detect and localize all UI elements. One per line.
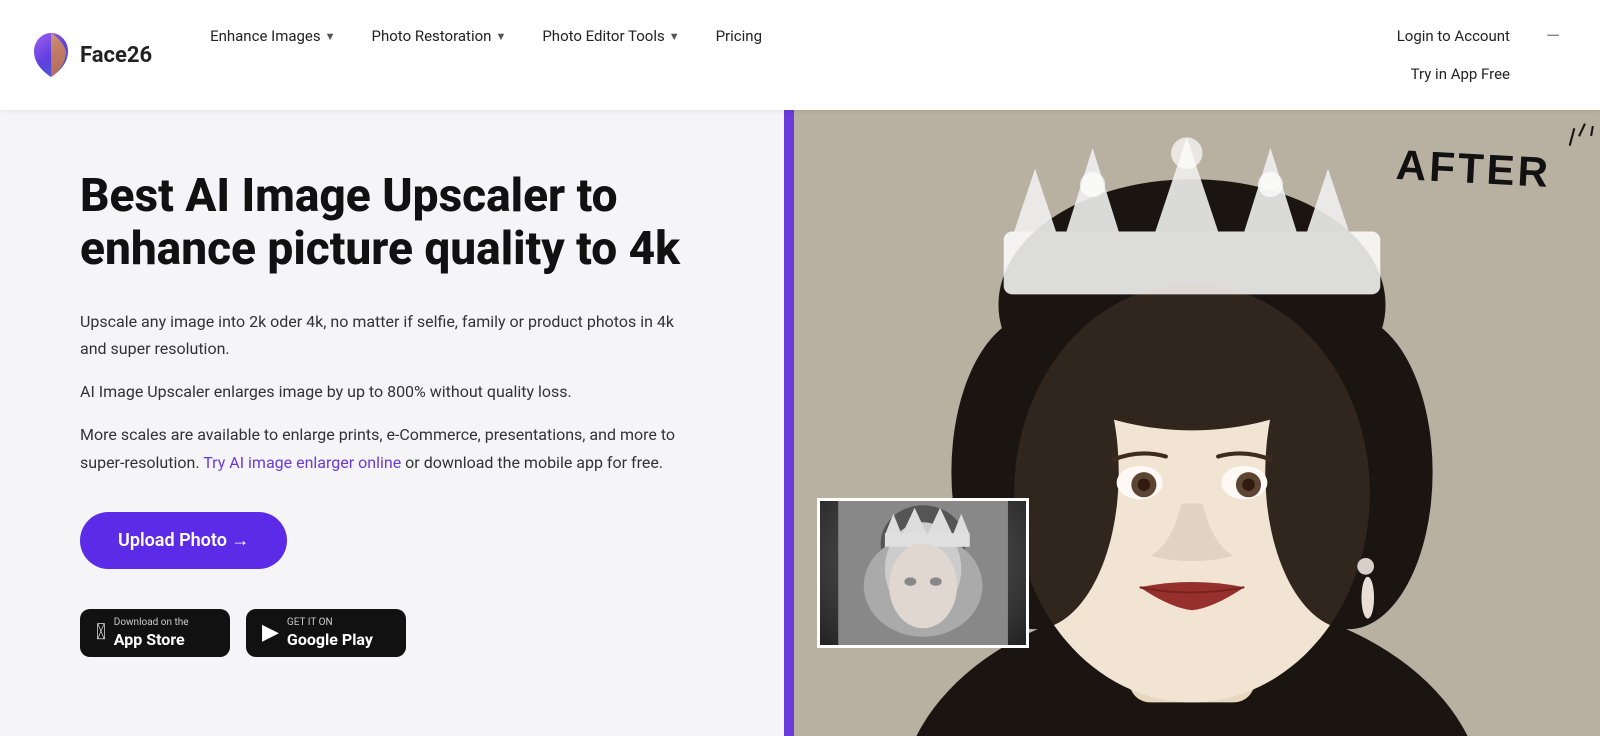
logo-text: Face26 bbox=[80, 43, 152, 68]
google-badge-main: Google Play bbox=[287, 630, 373, 649]
hero-right-panel: AFTER bbox=[784, 110, 1600, 736]
after-label-area: AFTER bbox=[1396, 148, 1551, 190]
purple-left-bar bbox=[784, 110, 794, 736]
google-play-badge[interactable]: ▶ GET IT ON Google Play bbox=[246, 609, 406, 657]
nav-enhance-images[interactable]: Enhance Images ▼ bbox=[192, 17, 353, 55]
hero-photo: AFTER bbox=[784, 110, 1600, 736]
chevron-down-icon: ▼ bbox=[325, 30, 336, 43]
after-text: AFTER bbox=[1395, 144, 1552, 194]
main-content: Best AI Image Upscaler to enhance pictur… bbox=[0, 110, 1600, 736]
site-header: Face26 Enhance Images ▼ Photo Restoratio… bbox=[0, 0, 1600, 110]
try-free-button[interactable]: Try in App Free bbox=[1389, 55, 1532, 93]
nav-photo-editor-tools[interactable]: Photo Editor Tools ▼ bbox=[524, 17, 697, 55]
hero-link[interactable]: Try AI image enlarger online bbox=[203, 453, 401, 472]
hero-para1: Upscale any image into 2k oder 4k, no ma… bbox=[80, 308, 680, 362]
hero-image-container: AFTER bbox=[784, 110, 1600, 736]
logo-link[interactable]: Face26 bbox=[32, 31, 152, 79]
google-badge-sub: GET IT ON bbox=[287, 617, 373, 628]
apple-icon:  bbox=[96, 620, 106, 645]
before-thumbnail bbox=[817, 498, 1029, 648]
hero-para2: AI Image Upscaler enlarges image by up t… bbox=[80, 378, 680, 405]
upload-photo-button[interactable]: Upload Photo → bbox=[80, 512, 287, 569]
logo-icon bbox=[32, 31, 70, 79]
thumbnail-image bbox=[820, 501, 1026, 645]
close-icon[interactable]: — bbox=[1538, 26, 1568, 47]
google-icon: ▶ bbox=[262, 620, 279, 645]
app-badges:  Download on the App Store ▶ GET IT ON … bbox=[80, 609, 724, 657]
chevron-down-icon: ▼ bbox=[669, 30, 680, 43]
apple-badge-sub: Download on the bbox=[114, 617, 189, 628]
login-button[interactable]: Login to Account bbox=[1377, 19, 1530, 53]
hero-left-panel: Best AI Image Upscaler to enhance pictur… bbox=[0, 110, 784, 736]
main-nav: Enhance Images ▼ Photo Restoration ▼ Pho… bbox=[192, 17, 1377, 55]
hero-title: Best AI Image Upscaler to enhance pictur… bbox=[80, 170, 724, 276]
chevron-down-icon: ▼ bbox=[495, 30, 506, 43]
app-store-badge[interactable]:  Download on the App Store bbox=[80, 609, 230, 657]
apple-badge-main: App Store bbox=[114, 630, 189, 649]
nav-pricing[interactable]: Pricing bbox=[698, 17, 780, 55]
nav-photo-restoration[interactable]: Photo Restoration ▼ bbox=[354, 17, 525, 55]
hero-para3: More scales are available to enlarge pri… bbox=[80, 421, 680, 475]
